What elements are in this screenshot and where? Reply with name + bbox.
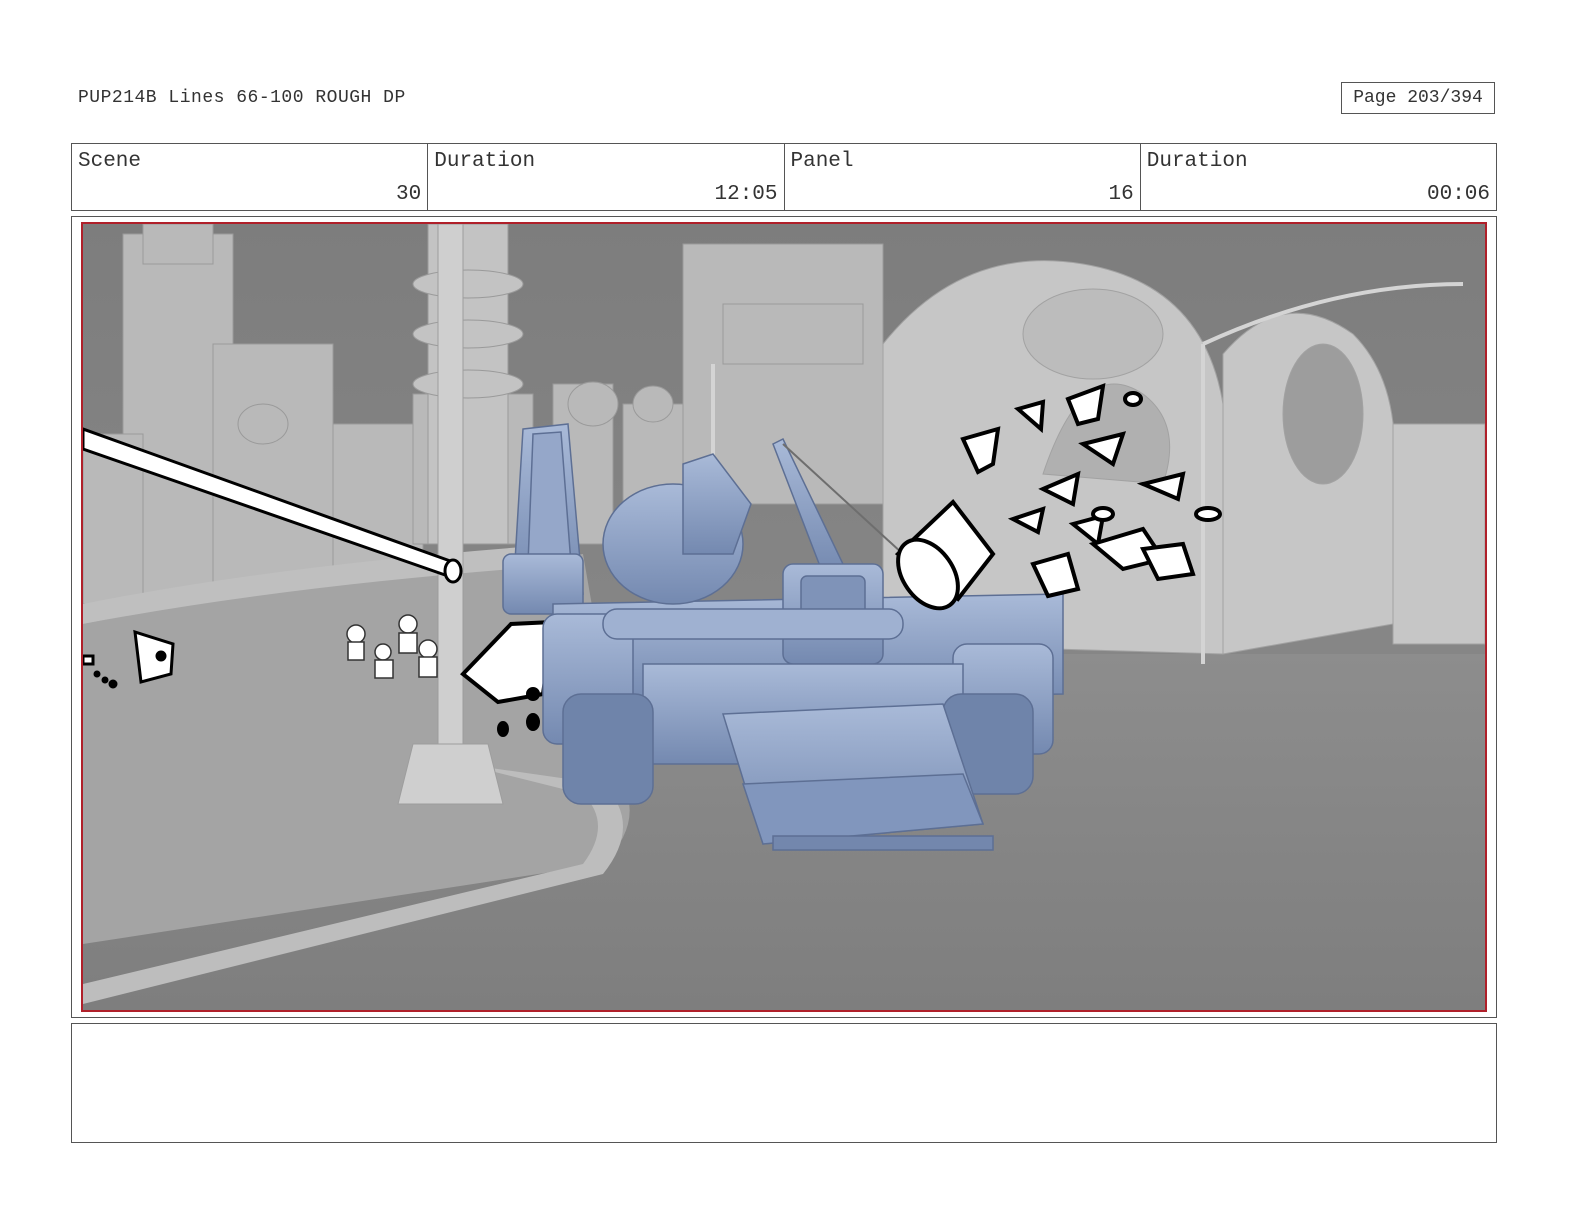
spiral-tower [412,224,524,545]
storyboard-panel-image [81,222,1487,1012]
panel-duration-label: Duration [1146,150,1248,173]
duration-label: Duration [434,150,536,173]
panel-duration-cell: Duration 00:06 [1141,144,1496,210]
scene-value: 30 [396,183,422,206]
panel-cell: Panel 16 [785,144,1141,210]
panel-label: Panel [790,150,854,173]
document-title: PUP214B Lines 66-100 ROUGH DP [78,88,406,108]
page-number: Page 203/394 [1341,82,1495,114]
panel-value: 16 [1108,183,1134,206]
scene-label: Scene [78,150,142,173]
panel-notes-box [71,1023,1497,1143]
duration-cell: Duration 12:05 [428,144,785,210]
duration-value: 12:05 [714,183,778,206]
scene-info-table: Scene 30 Duration 12:05 Panel 16 Duratio… [71,143,1497,211]
scene-cell: Scene 30 [72,144,429,210]
panel-duration-value: 00:06 [1426,183,1490,206]
